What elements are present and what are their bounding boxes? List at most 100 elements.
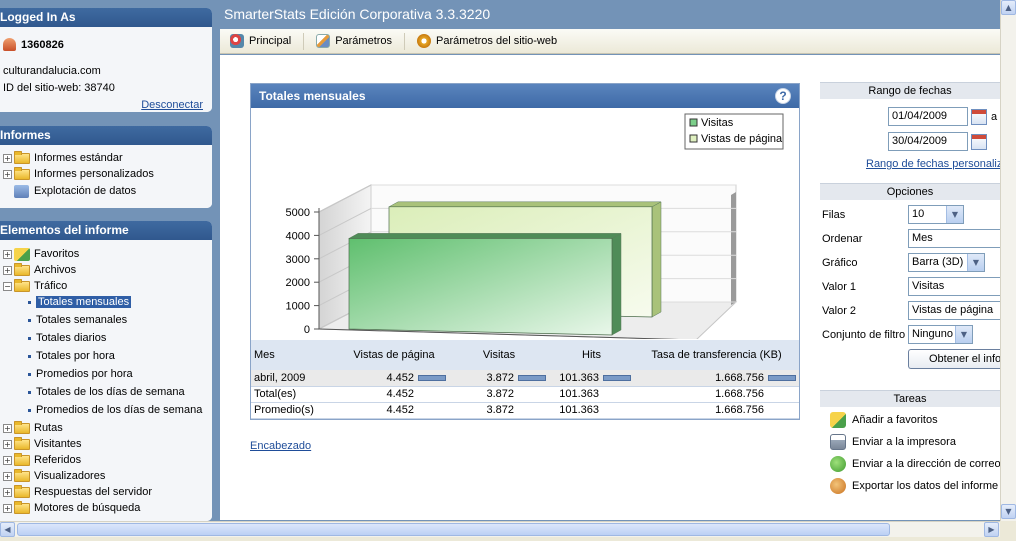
vertical-scrollbar[interactable]: ▲ ▼	[1000, 0, 1016, 521]
parametros-sitio-button[interactable]: Parámetros del sitio-web	[417, 33, 569, 50]
tree-totales-semanales[interactable]: Totales semanales	[28, 312, 127, 328]
expand-icon[interactable]: +	[3, 265, 12, 275]
tree-informes-estandar[interactable]: + Informes estándar	[3, 150, 123, 166]
tree-totales-dias-semana[interactable]: Totales de los días de semana	[28, 384, 185, 400]
tree-explotacion-datos[interactable]: Explotación de datos	[14, 183, 136, 199]
task-correo[interactable]: Enviar a la dirección de correo	[830, 456, 1001, 472]
tree-favoritos[interactable]: + Favoritos	[3, 246, 79, 262]
bullet-icon	[28, 354, 31, 358]
folder-icon	[14, 500, 30, 514]
legend-swatch	[689, 118, 698, 127]
tree-totales-diarios[interactable]: Totales diarios	[28, 330, 106, 346]
chevron-down-icon[interactable]: ▼	[955, 326, 972, 343]
folder-icon	[14, 150, 30, 164]
grafico-label: Gráfico	[822, 257, 858, 269]
obtener-button[interactable]: Obtener el info	[908, 349, 1000, 369]
bullet-icon	[28, 372, 31, 376]
tree-respuestas-servidor[interactable]: + Respuestas del servidor	[3, 484, 152, 500]
expand-icon[interactable]: +	[3, 455, 12, 465]
scroll-thumb[interactable]	[17, 523, 890, 536]
folder-open-icon	[14, 278, 30, 292]
site-name: culturandalucia.com	[3, 65, 101, 77]
end-date-input[interactable]: 30/04/2009	[888, 132, 968, 151]
logout-link[interactable]: Desconectar	[141, 99, 203, 111]
col-mes[interactable]: Mes	[251, 340, 339, 370]
informes-panel: Informes + Informes estándar + Informes pe…	[0, 126, 212, 208]
task-favoritos[interactable]: Añadir a favoritos	[830, 412, 938, 428]
tree-promedios-por-hora[interactable]: Promedios por hora	[28, 366, 133, 382]
tree-trafico[interactable]: − Tráfico	[3, 278, 67, 294]
expand-icon[interactable]: +	[3, 423, 12, 433]
ordenar-select[interactable]: Mes	[908, 229, 1000, 248]
opciones-heading: Opciones	[820, 183, 1000, 200]
home-icon	[230, 34, 244, 48]
valor1-select[interactable]: Visitas	[908, 277, 1000, 296]
mini-bar	[603, 374, 631, 381]
table-header-row: Mes Vistas de página Visitas Hits Tasa d…	[251, 340, 799, 370]
start-date-input[interactable]: 01/04/2009	[888, 107, 968, 126]
y-tick-label: 5000	[286, 207, 310, 219]
tree-totales-por-hora[interactable]: Totales por hora	[28, 348, 115, 364]
principal-button[interactable]: Principal	[230, 32, 305, 50]
expand-icon[interactable]: +	[3, 153, 12, 163]
scroll-up-icon[interactable]: ▲	[1001, 0, 1016, 15]
expand-icon[interactable]: +	[3, 487, 12, 497]
expand-icon[interactable]: +	[3, 439, 12, 449]
custom-range-link[interactable]: Rango de fechas personaliz	[866, 158, 1002, 170]
encabezado-link[interactable]: Encabezado	[250, 440, 311, 452]
site-settings-icon	[417, 34, 432, 48]
chart-panel-title: Totales mensuales	[259, 89, 366, 103]
col-visitas[interactable]: Visitas	[449, 340, 549, 370]
bar-visitas-top	[348, 233, 622, 239]
chevron-down-icon[interactable]: ▼	[946, 206, 963, 223]
tree-totales-mensuales[interactable]: Totales mensuales	[28, 294, 132, 310]
tree-referidos[interactable]: + Referidos	[3, 452, 81, 468]
scroll-right-icon[interactable]: ▶	[984, 522, 999, 537]
bar-visitas	[348, 238, 613, 336]
col-tasa[interactable]: Tasa de transferencia (KB)	[634, 340, 799, 370]
mini-bar	[418, 374, 446, 381]
collapse-icon[interactable]: −	[3, 281, 12, 291]
chart-panel: Totales mensuales ? 0 1000 2000 3000 4000 500…	[250, 83, 800, 420]
task-exportar[interactable]: Exportar los datos del informe	[830, 478, 998, 494]
tree-visitantes[interactable]: + Visitantes	[3, 436, 82, 452]
valor2-select[interactable]: Vistas de página	[908, 301, 1000, 320]
right-column: Rango de fechas 01/04/2009 a 30/04/2009 …	[820, 82, 1002, 497]
tree-motores-busqueda[interactable]: + Motores de búsqueda	[3, 500, 140, 516]
calendar-icon[interactable]	[971, 133, 987, 150]
tree-informes-personalizados[interactable]: + Informes personalizados	[3, 166, 154, 182]
help-icon[interactable]: ?	[775, 88, 791, 104]
window-bottom-edge	[0, 537, 1016, 541]
chevron-down-icon[interactable]: ▼	[967, 254, 984, 271]
filas-label: Filas	[822, 209, 846, 221]
col-vistas[interactable]: Vistas de página	[339, 340, 449, 370]
bullet-icon	[28, 318, 31, 322]
calendar-icon[interactable]	[971, 108, 987, 125]
expand-icon[interactable]: +	[3, 249, 12, 259]
expand-icon[interactable]: +	[3, 169, 12, 179]
scroll-left-icon[interactable]: ◀	[0, 522, 15, 537]
table-row: abril, 2009 4.452 3.872 101.363 1.668.75…	[251, 370, 799, 387]
expand-icon[interactable]: +	[3, 471, 12, 481]
data-table: Mes Vistas de página Visitas Hits Tasa d…	[251, 340, 799, 419]
tree-archivos[interactable]: + Archivos	[3, 262, 76, 278]
bullet-icon	[28, 390, 31, 394]
tareas-heading: Tareas	[820, 390, 1000, 407]
settings-icon	[316, 34, 331, 48]
scroll-down-icon[interactable]: ▼	[1001, 504, 1016, 519]
tree-rutas[interactable]: + Rutas	[3, 420, 63, 436]
tree-visualizadores[interactable]: + Visualizadores	[3, 468, 105, 484]
filas-select[interactable]: 10 ▼	[908, 205, 964, 224]
grafico-select[interactable]: Barra (3D) ▼	[908, 253, 985, 272]
tree-promedios-dias-semana[interactable]: Promedios de los días de semana	[28, 402, 202, 418]
bar-vistas-de-pagina-side	[651, 201, 662, 318]
horizontal-scrollbar[interactable]: ◀ ▶	[0, 521, 1000, 537]
folder-icon	[14, 262, 30, 276]
legend-swatch	[689, 134, 698, 143]
favorites-icon	[830, 412, 846, 428]
parametros-button[interactable]: Parámetros	[316, 32, 406, 50]
col-hits[interactable]: Hits	[549, 340, 634, 370]
filtro-select[interactable]: Ninguno ▼	[908, 325, 973, 344]
expand-icon[interactable]: +	[3, 503, 12, 513]
task-impresora[interactable]: Enviar a la impresora	[830, 434, 956, 450]
